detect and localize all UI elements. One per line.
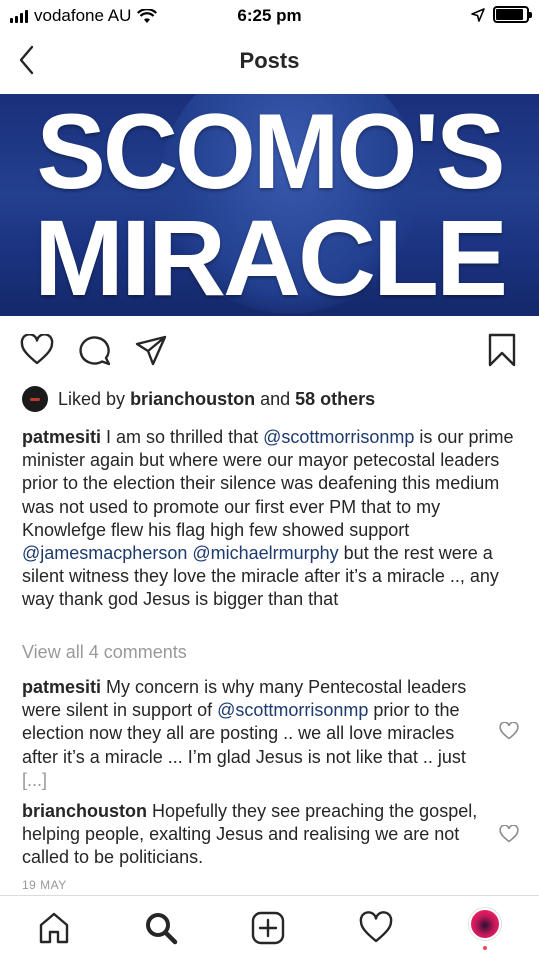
post-caption: patmesiti I am so thrilled that @scottmo…	[22, 426, 522, 612]
share-button[interactable]	[134, 334, 168, 371]
save-button[interactable]	[486, 332, 518, 373]
activity-heart-icon	[359, 911, 393, 943]
tab-new-post[interactable]	[250, 910, 286, 951]
notification-dot	[483, 946, 487, 950]
headline-line-1: SCOMO'S	[36, 94, 506, 212]
comment-like-button[interactable]	[499, 721, 519, 745]
tab-profile[interactable]	[469, 908, 501, 950]
battery-icon	[493, 6, 532, 23]
like-button[interactable]	[20, 333, 54, 371]
post-date: 19 MAY	[22, 878, 67, 892]
heart-icon	[20, 333, 54, 365]
caption-username[interactable]: patmesiti	[22, 427, 101, 447]
tab-bar	[0, 895, 539, 960]
tab-home[interactable]	[36, 910, 72, 951]
avatar	[22, 386, 48, 412]
likes-others[interactable]: 58 others	[295, 389, 375, 410]
page-title: Posts	[239, 48, 300, 73]
comment-more-link[interactable]: [...]	[22, 770, 47, 790]
status-right	[471, 6, 532, 23]
comment-username[interactable]: patmesiti	[22, 677, 101, 697]
caption-mention[interactable]: @scottmorrisonmp	[263, 427, 414, 447]
home-icon	[39, 912, 69, 944]
bookmark-icon	[488, 333, 516, 367]
likes-prefix: Liked by	[58, 388, 126, 409]
tab-activity[interactable]	[358, 910, 394, 951]
comment: patmesiti My concern is why many Penteco…	[22, 676, 482, 792]
liker-username[interactable]: brianchouston	[130, 389, 255, 410]
new-post-icon	[251, 911, 285, 945]
status-time: 6:25 pm	[237, 6, 302, 25]
caption-mention[interactable]: @michaelrmurphy	[192, 543, 338, 563]
likes-and: and	[260, 388, 291, 409]
heart-icon	[499, 824, 519, 843]
caption-text: I am so thrilled that	[101, 427, 264, 447]
post-actions	[0, 326, 539, 376]
tab-search[interactable]	[143, 910, 179, 951]
profile-avatar	[469, 908, 501, 940]
battery-level	[496, 9, 523, 20]
view-all-comments-link[interactable]: View all 4 comments	[22, 642, 187, 663]
caption-mention[interactable]: @jamesmacpherson	[22, 543, 187, 563]
comment-button[interactable]	[78, 334, 112, 371]
search-icon	[146, 913, 178, 945]
comment-icon	[79, 336, 111, 366]
nav-bar: Posts	[0, 34, 539, 92]
post-image[interactable]: SCOMO'S MIRACLE	[0, 94, 539, 316]
comment-mention[interactable]: @scottmorrisonmp	[217, 700, 368, 720]
comment-username[interactable]: brianchouston	[22, 801, 147, 821]
heart-icon	[499, 721, 519, 740]
location-arrow-icon	[471, 7, 485, 22]
likes-summary[interactable]: Liked by brianchouston and 58 others	[22, 386, 375, 412]
status-bar: vodafone AU 6:25 pm	[0, 0, 539, 34]
share-icon	[135, 335, 167, 366]
headline-line-2: MIRACLE	[34, 197, 508, 316]
comment-like-button[interactable]	[499, 824, 519, 848]
comment: brianchouston Hopefully they see preachi…	[22, 800, 482, 870]
